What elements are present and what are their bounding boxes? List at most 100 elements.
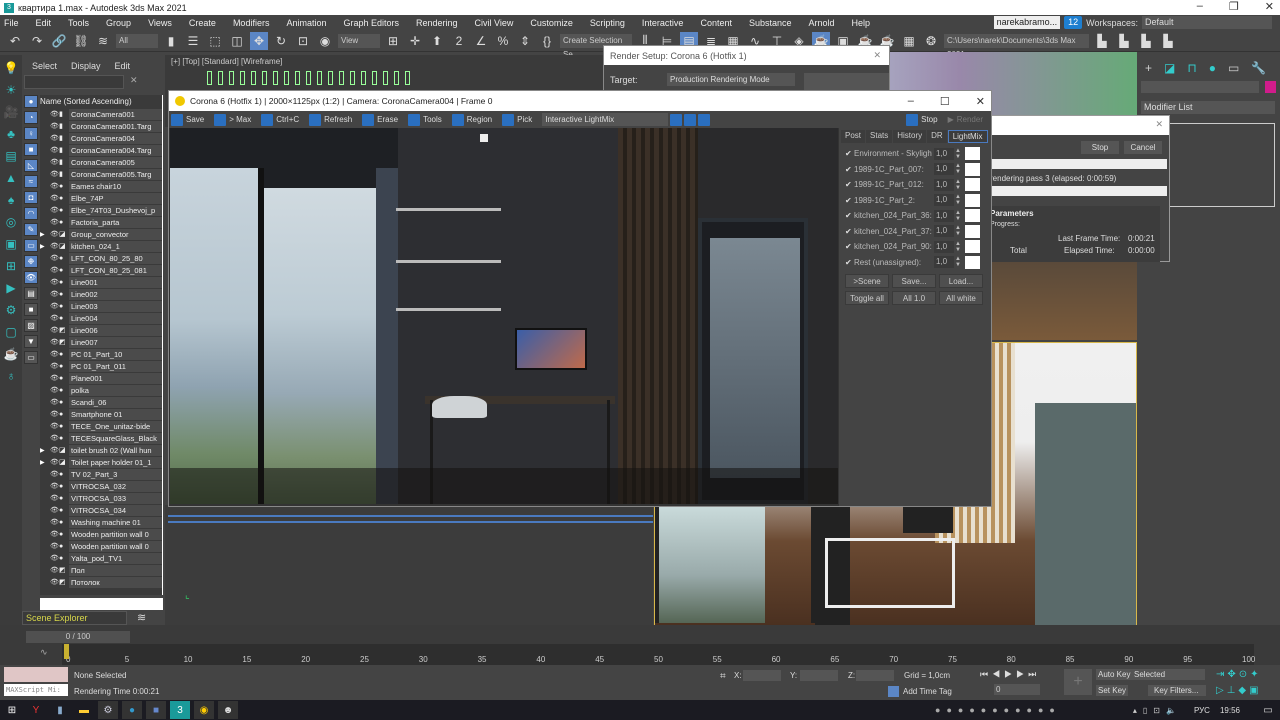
isolate-icon[interactable]: ⌗ [720, 671, 726, 682]
lightmix-checkbox[interactable]: ✔ [845, 149, 854, 158]
lightbulb-icon[interactable]: 💡 [3, 61, 19, 77]
visibility-eye-icon[interactable]: 👁 [50, 146, 59, 154]
auto-key-button[interactable]: Auto Key [1096, 669, 1133, 680]
teapot-icon[interactable]: ☕ [3, 347, 19, 363]
toggle-all-button[interactable]: Toggle all [845, 291, 889, 305]
tray-icons[interactable]: ●●●●●●●●●●● [935, 701, 1061, 719]
y-coordinate-field[interactable] [800, 670, 838, 681]
all-white-button[interactable]: All white [939, 291, 983, 305]
display-tab-icon[interactable]: ▭ [1228, 61, 1239, 75]
expand-arrow-icon[interactable]: ▶ [40, 243, 50, 250]
filter-sort-icon[interactable]: ▭ [24, 351, 38, 364]
lightmix-checkbox[interactable]: ✔ [845, 211, 854, 220]
viewport-label[interactable]: [+] [Top] [Standard] [Wireframe] [171, 57, 282, 66]
tab-display[interactable]: Display [71, 61, 101, 71]
tab-post[interactable]: Post [841, 130, 866, 143]
scene-list-item[interactable]: ▶ 👁 ◪ Group_convector [40, 228, 162, 240]
placement-icon[interactable]: ◉ [316, 32, 334, 50]
spinner-icon[interactable]: ▲ ▼ [954, 256, 962, 268]
select-by-name-icon[interactable]: ☰ [184, 32, 202, 50]
menu-scripting[interactable]: Scripting [590, 18, 625, 28]
menu-customize[interactable]: Customize [530, 18, 573, 28]
notifications-badge[interactable]: 12 [1064, 16, 1083, 29]
modifier-list-dropdown[interactable]: Modifier List [1141, 101, 1275, 114]
color-swatch[interactable] [965, 255, 980, 269]
playback-controls[interactable]: ⏮◀▶▶⏭ [980, 669, 1040, 680]
stop-render-button[interactable]: Stop [906, 113, 945, 126]
visibility-eye-icon[interactable]: 👁 [50, 338, 59, 346]
utilities-tab-icon[interactable]: 🔧 [1251, 61, 1266, 75]
spinner-icon[interactable]: ▲ ▼ [954, 163, 962, 175]
steam-icon[interactable]: ⚙ [98, 701, 118, 719]
name-column-header[interactable]: Name (Sorted Ascending) [40, 95, 162, 108]
cancel-button[interactable]: Cancel [1124, 141, 1162, 154]
visibility-eye-icon[interactable]: 👁 [50, 206, 59, 214]
viewport-nav-icons-2[interactable]: ▷⊥◆▣ [1216, 685, 1262, 696]
keyboard-shortcut-icon[interactable]: ⬆ [428, 32, 446, 50]
visibility-eye-icon[interactable]: 👁 [50, 314, 59, 322]
object-name-field[interactable] [1141, 81, 1259, 93]
create-tab-icon[interactable]: + [1145, 61, 1152, 75]
spinner-icon[interactable]: ▲ ▼ [954, 225, 962, 237]
lightmix-checkbox[interactable]: ✔ [845, 227, 854, 236]
spinner-icon[interactable]: ▲ ▼ [954, 148, 962, 160]
scene-list-item[interactable]: 👁 ● LFT_CON_80_25_081 [40, 264, 162, 276]
time-slider[interactable]: 0 / 100 [26, 631, 130, 643]
menu-graph-editors[interactable]: Graph Editors [343, 18, 399, 28]
menu-rendering[interactable]: Rendering [416, 18, 458, 28]
scene-list-item[interactable]: ▶ 👁 ◪ kitchen_024_1 [40, 240, 162, 252]
filter-all-icon[interactable]: ■ [24, 303, 38, 316]
scene-list-item[interactable]: 👁 ● LFT_CON_80_25_80 [40, 252, 162, 264]
visibility-eye-icon[interactable]: 👁 [50, 434, 59, 442]
visibility-eye-icon[interactable]: 👁 [50, 290, 59, 298]
intensity-field[interactable]: 1,0 [934, 209, 954, 222]
visibility-eye-icon[interactable]: 👁 [50, 362, 59, 370]
menu-arnold[interactable]: Arnold [809, 18, 835, 28]
tree-icon[interactable]: ♠ [3, 193, 19, 209]
select-object-icon[interactable]: ▮ [162, 32, 180, 50]
visibility-eye-icon[interactable]: 👁 [50, 506, 59, 514]
scene-list-item[interactable]: 👁 ▮ CoronaCamera004.Targ [40, 144, 162, 156]
scene-list-item[interactable]: 👁 ● Eames chair10 [40, 180, 162, 192]
file-explorer-icon[interactable]: ▬ [74, 701, 94, 719]
visibility-eye-icon[interactable]: 👁 [50, 482, 59, 490]
scene-list-item[interactable]: 👁 ● Scandi_06 [40, 396, 162, 408]
clock[interactable]: 19:56 [1220, 706, 1240, 715]
maxscript-mini-listener[interactable]: MAXScript Mi: [4, 684, 68, 696]
tools-button[interactable]: Tools [408, 113, 450, 126]
percent-snap-icon[interactable]: % [494, 32, 512, 50]
scale-icon[interactable]: ⊡ [294, 32, 312, 50]
filter-frozen-icon[interactable]: 👁 [24, 271, 38, 284]
erase-button[interactable]: Erase [362, 113, 406, 126]
scene-list-item[interactable]: 👁 ● Plane001 [40, 372, 162, 384]
snaps-icon[interactable]: 2 [450, 32, 468, 50]
visibility-eye-icon[interactable]: 👁 [50, 266, 59, 274]
rendered-image[interactable] [170, 128, 838, 504]
spinner-icon[interactable]: ▲ ▼ [954, 241, 962, 253]
lightmix-save-button[interactable]: Save... [892, 274, 936, 288]
intensity-field[interactable]: 1,0 [934, 256, 954, 269]
visibility-eye-icon[interactable]: 👁 [50, 230, 59, 238]
visibility-eye-icon[interactable]: 👁 [50, 218, 59, 226]
filter-containers-icon[interactable]: ▭ [24, 239, 38, 252]
close-icon[interactable]: ✕ [1265, 0, 1274, 13]
lightmix-checkbox[interactable]: ✔ [845, 242, 854, 251]
modify-tab-icon[interactable]: ◪ [1164, 61, 1175, 75]
add-time-tag[interactable]: Add Time Tag [903, 687, 952, 696]
visibility-eye-icon[interactable]: 👁 [50, 530, 59, 538]
spinner-icon[interactable]: ▲ ▼ [954, 194, 962, 206]
visibility-eye-icon[interactable]: 👁 [50, 254, 59, 262]
corona-app-icon[interactable]: ☻ [218, 701, 238, 719]
menu-tools[interactable]: Tools [68, 18, 89, 28]
render-frame-icon[interactable]: ▶ [3, 281, 19, 297]
scene-list-item[interactable]: 👁 ● VITROCSA_033 [40, 492, 162, 504]
reference-coord-dropdown[interactable]: View [338, 33, 380, 48]
window-crossing-icon[interactable]: ◫ [228, 32, 246, 50]
trees-icon[interactable]: ♣ [3, 127, 19, 143]
intensity-field[interactable]: 1,0 [934, 147, 954, 160]
color-swatch[interactable] [965, 224, 980, 238]
viewport-perspective-small[interactable] [990, 262, 1137, 340]
stop-button[interactable]: Stop [1081, 141, 1119, 154]
filter-invert-icon[interactable]: ▼ [24, 335, 38, 348]
spinner-icon[interactable]: ▲ ▼ [954, 210, 962, 222]
